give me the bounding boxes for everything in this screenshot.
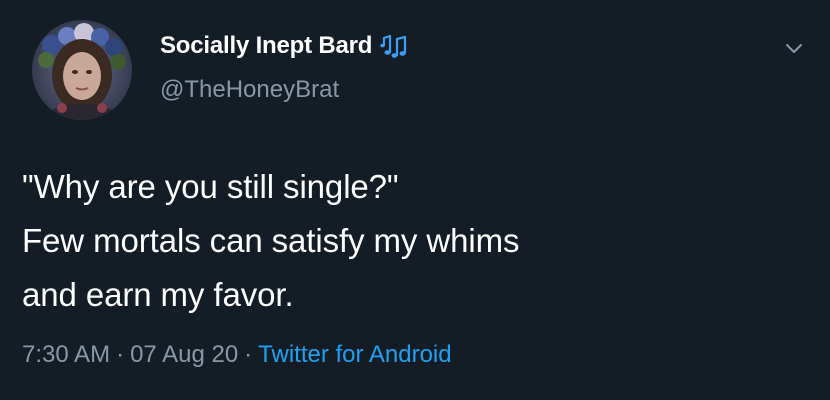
tweet-source-link[interactable]: Twitter for Android [258, 341, 451, 368]
tweet-text: "Why are you still single?" Few mortals … [22, 160, 812, 322]
tweet-card: Socially Inept Bard @TheHoneyBrat "Why a… [0, 0, 830, 400]
user-handle[interactable]: @TheHoneyBrat [160, 76, 410, 104]
tweet-meta: 7:30 AM · 07 Aug 20 · Twitter for Android [22, 341, 452, 369]
meta-separator: · [244, 341, 253, 368]
chevron-down-icon[interactable] [782, 36, 806, 60]
tweet-line: Few mortals can satisfy my whims [22, 222, 520, 259]
tweet-date[interactable]: 07 Aug 20 [130, 341, 238, 368]
tweet-time[interactable]: 7:30 AM [22, 341, 110, 368]
meta-separator: · [116, 341, 125, 368]
tweet-line: and earn my favor. [22, 276, 294, 313]
name-row: Socially Inept Bard [160, 28, 410, 64]
avatar[interactable] [32, 20, 132, 120]
music-notes-icon [380, 33, 410, 59]
tweet-line: "Why are you still single?" [22, 168, 399, 205]
display-name[interactable]: Socially Inept Bard [160, 32, 372, 60]
user-header: Socially Inept Bard @TheHoneyBrat [160, 28, 410, 104]
avatar-image [32, 20, 132, 120]
